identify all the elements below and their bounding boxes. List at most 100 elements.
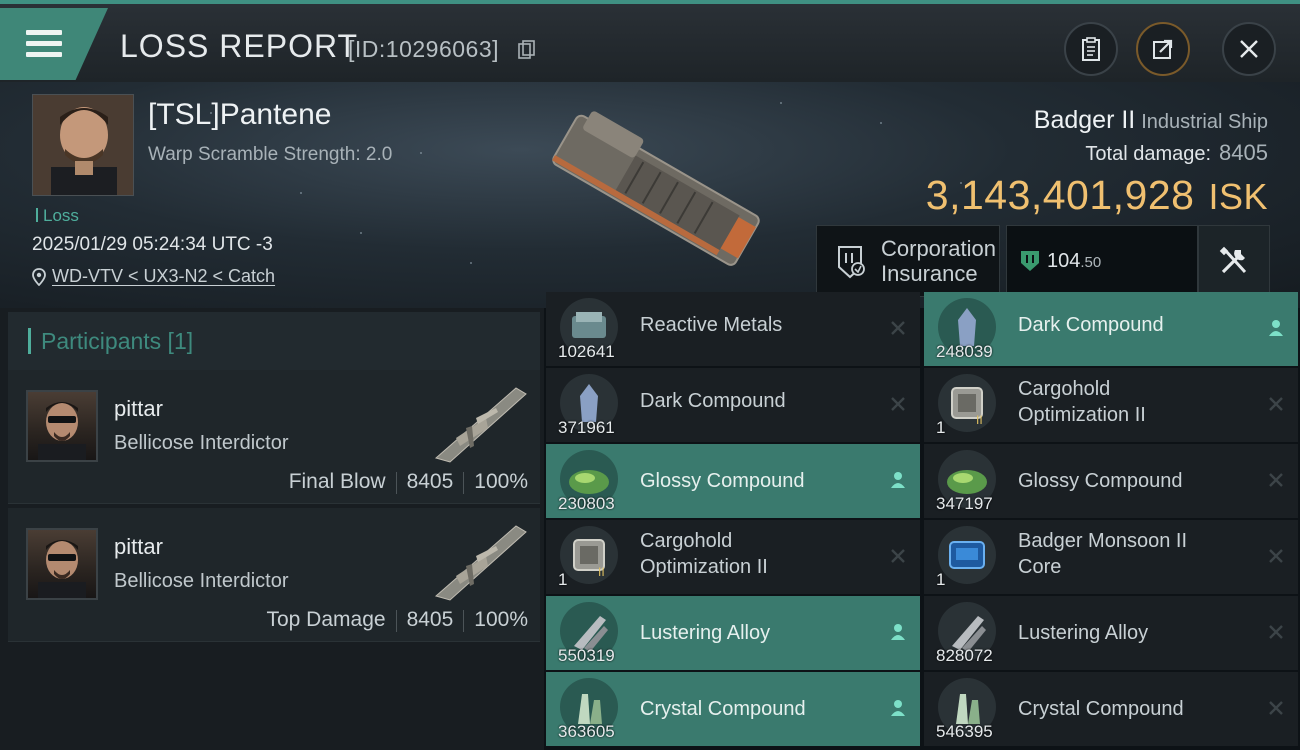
ship-core-icon [938, 526, 996, 584]
stat-divider [395, 472, 397, 494]
menu-button[interactable] [0, 8, 108, 80]
item-name-line1: Badger Monsoon II [1018, 530, 1187, 552]
item-name: Lustering Alloy [640, 622, 771, 644]
dropped-person-icon [1269, 320, 1283, 336]
insurance-label-line1: Corporation [881, 236, 996, 261]
item-dark-compound[interactable]: 248039 Dark Compound [924, 292, 1298, 366]
item-quantity: 1 [558, 570, 568, 589]
item-cargohold-optimization[interactable]: II 1 Cargohold Optimization II [546, 520, 920, 594]
participants-title: Participants [1] [28, 328, 193, 355]
item-name-line2: Optimization II [640, 556, 768, 578]
loss-location[interactable]: WD-VTV < UX3-N2 < Catch [32, 266, 275, 287]
clipboard-button[interactable] [1064, 22, 1118, 76]
ship-name-text: Badger II [1033, 106, 1136, 134]
item-quantity: 230803 [558, 494, 615, 513]
item-name-line2: Core [1018, 556, 1062, 578]
item-name-line2: Optimization II [1018, 404, 1146, 426]
stat-divider [463, 610, 465, 632]
item-name: Crystal Compound [640, 698, 806, 720]
attacker-portrait-icon [38, 540, 86, 598]
dropped-person-icon [891, 700, 905, 716]
corporation-insurance[interactable]: Corporation Insurance [816, 225, 1000, 297]
item-name: Glossy Compound [640, 470, 805, 492]
item-badger-monsoon-core[interactable]: 1 Badger Monsoon II Core [924, 520, 1298, 594]
bellicose-ship-icon [434, 525, 527, 601]
item-cargohold-optimization[interactable]: II 1 Cargohold Optimization II [924, 368, 1298, 442]
total-damage-value: 8405 [1219, 140, 1268, 165]
attacker-percent: 100% [474, 470, 528, 493]
destroyed-icon [1269, 701, 1283, 715]
loss-label: Loss [36, 206, 79, 226]
pilot-portrait-icon [33, 95, 133, 195]
item-crystal-compound[interactable]: 363605 Crystal Compound [546, 672, 920, 746]
attacker-name[interactable]: pittar [114, 396, 163, 422]
share-icon [1153, 39, 1173, 59]
victim-ship-name[interactable]: Badger II Industrial Ship [1034, 106, 1268, 135]
ship-class-text: Industrial Ship [1141, 111, 1268, 133]
destroyed-icon [891, 549, 905, 563]
loss-timestamp: 2025/01/29 05:24:34 UTC -3 [32, 234, 273, 255]
item-dark-compound[interactable]: 371961 Dark Compound [546, 368, 920, 442]
destroyed-icon [1269, 397, 1283, 411]
isk-value: 3,143,401,928 ISK [926, 172, 1268, 219]
participants-panel: Participants [1] pittar Bellicose Interd… [0, 308, 544, 750]
victim-name[interactable]: [TSL]Pantene [148, 98, 331, 132]
location-link[interactable]: WD-VTV < UX3-N2 < Catch [52, 266, 275, 287]
insurance-amount: 104.50 [1047, 250, 1101, 273]
fitting-tools-button[interactable] [1198, 225, 1270, 297]
item-crystal-compound[interactable]: 546395 Crystal Compound [924, 672, 1298, 746]
insurance-decimal: .50 [1080, 253, 1102, 271]
item-reactive-metals[interactable]: 102641 Reactive Metals [546, 292, 920, 366]
hamburger-icon [26, 30, 62, 58]
item-quantity: 371961 [558, 418, 615, 437]
wrench-screwdriver-icon [1219, 246, 1247, 274]
item-name: Dark Compound [640, 390, 786, 412]
victim-portrait[interactable] [32, 94, 134, 196]
item-quantity: 546395 [936, 722, 993, 741]
attacker-tag: Top Damage [266, 608, 386, 631]
attacker-stats: Final Blow 8405 100% [289, 470, 528, 494]
item-glossy-compound[interactable]: 347197 Glossy Compound [924, 444, 1298, 518]
location-pin-icon [32, 267, 46, 286]
badger-ship-image [552, 111, 760, 266]
attacker-avatar[interactable] [26, 390, 98, 462]
attacker-avatar[interactable] [26, 528, 98, 600]
item-name-line1: Cargohold [1018, 378, 1111, 400]
total-damage-label: Total damage: [1085, 143, 1212, 165]
attacker-stats: Top Damage 8405 100% [266, 608, 528, 632]
isk-amount: 3,143,401,928 [925, 172, 1195, 218]
attacker-name[interactable]: pittar [114, 534, 163, 560]
header-bar: LOSS REPORT [ID:10296063] [0, 0, 1300, 82]
close-button[interactable] [1222, 22, 1276, 76]
shield-icon [1021, 251, 1039, 271]
insurance-label-line2: Insurance [881, 261, 978, 286]
item-lustering-alloy[interactable]: 550319 Lustering Alloy [546, 596, 920, 670]
attacker-damage: 8405 [406, 608, 454, 631]
item-glossy-compound[interactable]: 230803 Glossy Compound [546, 444, 920, 518]
item-quantity: 1 [936, 418, 946, 437]
attacker-row[interactable]: pittar Bellicose Interdictor Final Blow … [8, 370, 540, 504]
item-quantity: 363605 [558, 722, 615, 741]
item-quantity: 1 [936, 570, 946, 589]
item-name: Cargohold Optimization II [1018, 376, 1146, 428]
item-quantity: 102641 [558, 342, 615, 361]
share-button[interactable] [1136, 22, 1190, 76]
attacker-damage: 8405 [406, 470, 454, 493]
attacker-percent: 100% [474, 608, 528, 631]
dropped-person-icon [891, 624, 905, 640]
insurance-value: 104.50 [1006, 225, 1198, 297]
close-icon [1240, 40, 1258, 58]
item-name: Dark Compound [1018, 314, 1164, 336]
item-lustering-alloy[interactable]: 828072 Lustering Alloy [924, 596, 1298, 670]
total-damage: Total damage: 8405 [1085, 140, 1268, 166]
copy-icon[interactable] [518, 40, 536, 60]
destroyed-icon [1269, 625, 1283, 639]
isk-unit: ISK [1208, 176, 1268, 217]
attacker-row[interactable]: pittar Bellicose Interdictor Top Damage … [8, 508, 540, 642]
item-quantity: 248039 [936, 342, 993, 361]
attacker-tag: Final Blow [288, 470, 386, 493]
svg-text:II: II [976, 413, 983, 427]
clipboard-icon [1082, 37, 1100, 61]
items-grid: 102641 Reactive Metals 248039 Dark Compo… [546, 292, 1300, 750]
cargohold-rig-icon: II [938, 374, 996, 432]
